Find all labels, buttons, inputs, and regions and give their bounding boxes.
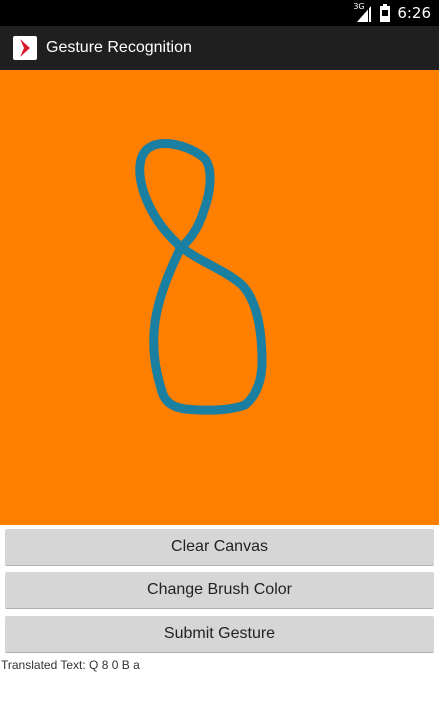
app-logo-icon xyxy=(13,36,37,60)
translated-text: Translated Text: Q 8 0 B a xyxy=(1,658,140,672)
page-title: Gesture Recognition xyxy=(46,39,192,56)
drawing-canvas[interactable] xyxy=(0,70,439,525)
gesture-stroke xyxy=(135,139,267,415)
submit-gesture-button[interactable]: Submit Gesture xyxy=(5,616,434,653)
clear-canvas-button[interactable]: Clear Canvas xyxy=(5,529,434,566)
controls-panel: Clear Canvas Change Brush Color Submit G… xyxy=(0,525,439,705)
battery-icon xyxy=(380,4,391,22)
signal-indicator: 3G xyxy=(353,3,373,23)
status-bar: 3G 6:26 xyxy=(0,0,439,26)
status-icons: 3G 6:26 xyxy=(353,0,431,26)
status-time: 6:26 xyxy=(397,4,431,22)
action-bar: Gesture Recognition xyxy=(0,26,439,70)
change-brush-color-button[interactable]: Change Brush Color xyxy=(5,572,434,609)
signal-icon xyxy=(357,6,372,22)
